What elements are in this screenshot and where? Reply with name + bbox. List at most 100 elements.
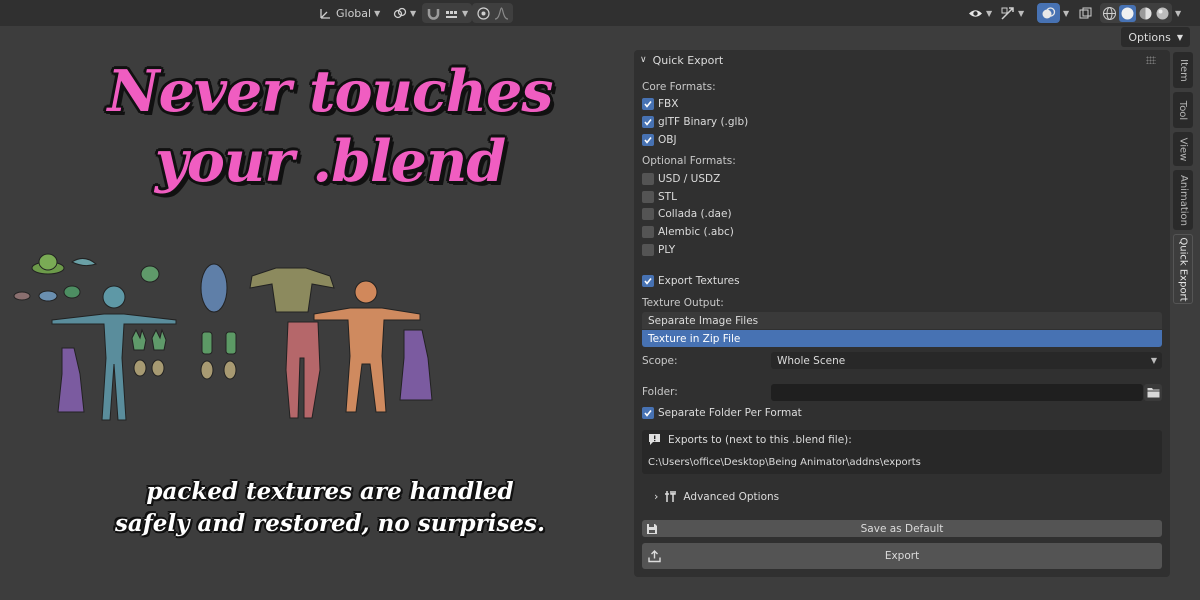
checkbox-box[interactable] [642, 226, 654, 238]
xray-toggle[interactable] [1078, 3, 1093, 23]
texture-output-label: Texture Output: [642, 297, 724, 309]
export-button[interactable]: Export [642, 543, 1162, 569]
scope-label: Scope: [642, 355, 678, 367]
advanced-options-toggle[interactable]: › Advanced Options [654, 490, 779, 503]
tab-item[interactable]: Item [1173, 52, 1193, 88]
save-as-default-button[interactable]: Save as Default [642, 520, 1162, 537]
checkbox-box[interactable] [642, 191, 654, 203]
texture-output-option-zip[interactable]: Texture in Zip File [642, 330, 1162, 347]
info-icon [649, 434, 660, 445]
subline-line-2: safely and restored, no surprises. [114, 510, 546, 537]
eye-icon [969, 9, 982, 17]
material-shading-icon[interactable] [1138, 6, 1153, 21]
viewport-header: Global ▼ ▼ ▼ ▼ ▼ ▼ ▼ [0, 0, 1200, 26]
checkbox-box[interactable] [642, 407, 654, 419]
checkbox-export-textures[interactable]: Export Textures [642, 274, 740, 288]
texture-output-option-separate[interactable]: Separate Image Files [642, 312, 1162, 329]
snap-toggle[interactable]: ▼ [422, 3, 473, 23]
save-icon [647, 523, 657, 534]
checkbox-box[interactable] [642, 244, 654, 256]
chevron-down-icon: ▼ [374, 8, 381, 18]
checkbox-label: OBJ [658, 134, 677, 146]
browse-folder-button[interactable] [1144, 384, 1162, 401]
transform-orientation-label: Global [336, 6, 372, 20]
tools-icon [665, 491, 677, 502]
core-formats-label: Core Formats: [642, 81, 716, 93]
tab-animation[interactable]: Animation [1173, 170, 1193, 230]
tab-tool[interactable]: Tool [1173, 92, 1193, 128]
tab-view-label: View [1177, 137, 1189, 161]
proportional-pill[interactable] [472, 3, 513, 23]
tab-animation-label: Animation [1177, 174, 1189, 226]
proportional-editing-icon [477, 6, 490, 20]
checkbox-separate-folder[interactable]: Separate Folder Per Format [642, 406, 802, 420]
gizmo-icon [1001, 6, 1014, 20]
visibility-dropdown[interactable]: ▼ [968, 3, 992, 23]
magnet-icon [427, 8, 440, 20]
drag-handle-icon[interactable] [1146, 56, 1156, 64]
tab-quick-export-label: Quick Export [1177, 236, 1189, 302]
checkbox-alembic[interactable]: Alembic (.abc) [642, 225, 734, 239]
folder-label: Folder: [642, 386, 678, 398]
checkbox-gltf[interactable]: glTF Binary (.glb) [642, 115, 748, 129]
checkbox-label: STL [658, 191, 677, 203]
tab-tool-label: Tool [1177, 100, 1189, 120]
checkbox-collada[interactable]: Collada (.dae) [642, 207, 732, 221]
link-icon [393, 7, 407, 18]
tab-view[interactable]: View [1173, 132, 1193, 166]
checkbox-ply[interactable]: PLY [642, 243, 675, 257]
rendered-shading-icon[interactable] [1155, 6, 1170, 21]
advanced-options-label: Advanced Options [683, 490, 780, 503]
transform-orientation-dropdown[interactable]: Global ▼ [318, 3, 380, 23]
solid-shading-icon [1121, 7, 1134, 19]
checkbox-label: glTF Binary (.glb) [658, 116, 749, 128]
panel-header[interactable]: ∨ Quick Export [634, 50, 1170, 70]
proportional-editing-toggle[interactable] [472, 3, 513, 23]
export-label: Export [884, 550, 920, 562]
checkbox-box[interactable] [642, 208, 654, 220]
texture-output-list: Separate Image Files Texture in Zip File [642, 312, 1162, 347]
wireframe-shading-icon[interactable] [1102, 6, 1117, 21]
xray-icon [1079, 7, 1092, 18]
overlays-button[interactable] [1037, 3, 1060, 23]
chevron-down-icon: ▼ [1018, 8, 1025, 18]
options-dropdown[interactable]: Options ▼ [1121, 27, 1190, 47]
snap-pill[interactable]: ▼ [422, 3, 473, 23]
checkmark-icon [644, 119, 652, 126]
checkbox-label: PLY [658, 244, 676, 256]
chevron-down-icon: ▼ [1175, 8, 1182, 18]
checkbox-label: Export Textures [658, 275, 740, 287]
pivot-point-dropdown[interactable]: ▼ [392, 3, 416, 23]
export-icon [648, 550, 661, 563]
checkbox-fbx[interactable]: FBX [642, 97, 678, 111]
falloff-curve-icon [494, 6, 509, 20]
gizmo-dropdown[interactable]: ▼ [1000, 3, 1024, 23]
save-as-default-label: Save as Default [860, 522, 944, 535]
checkbox-box[interactable] [642, 98, 654, 110]
character-parts-illustration [13, 253, 433, 421]
overlays-dropdown[interactable]: ▼ [1037, 3, 1069, 23]
checkbox-box[interactable] [642, 173, 654, 185]
overlays-icon [1042, 6, 1056, 18]
checkbox-label: Separate Folder Per Format [658, 407, 802, 419]
chevron-down-icon: ▼ [1063, 8, 1070, 18]
tab-quick-export[interactable]: Quick Export [1173, 234, 1193, 304]
folder-path-field[interactable] [771, 384, 1143, 401]
checkbox-obj[interactable]: OBJ [642, 133, 677, 147]
checkbox-label: FBX [658, 98, 679, 110]
exports-to-label: Exports to (next to this .blend file): [668, 433, 852, 446]
checkbox-usd[interactable]: USD / USDZ [642, 172, 720, 186]
folder-icon [1147, 388, 1159, 398]
checkbox-box[interactable] [642, 134, 654, 146]
checkbox-label: Collada (.dae) [658, 208, 732, 220]
snap-grid-icon [446, 10, 457, 18]
checkmark-icon [644, 101, 652, 108]
checkbox-label: USD / USDZ [658, 173, 721, 185]
checkbox-box[interactable] [642, 275, 654, 287]
chevron-down-icon: ∨ [640, 55, 647, 65]
scope-dropdown[interactable]: Whole Scene ▼ [771, 352, 1162, 369]
scope-value: Whole Scene [777, 354, 846, 367]
checkbox-box[interactable] [642, 116, 654, 128]
solid-shading-button[interactable] [1119, 4, 1136, 22]
checkbox-stl[interactable]: STL [642, 190, 677, 204]
